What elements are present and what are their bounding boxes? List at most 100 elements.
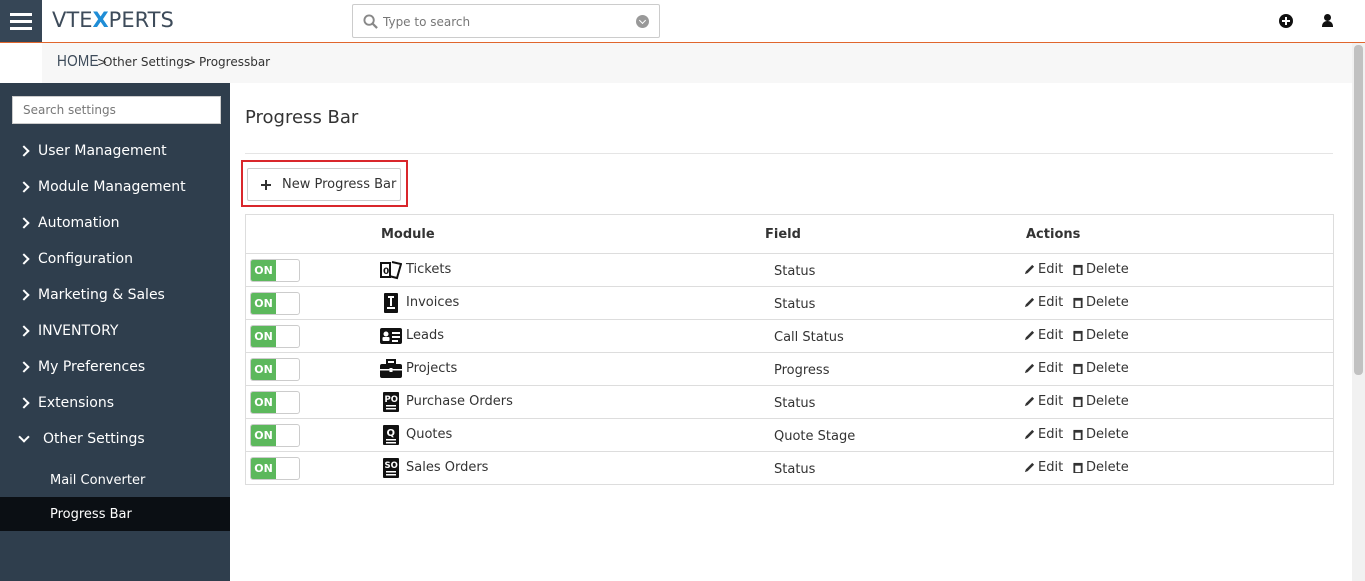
plus-icon xyxy=(261,179,271,190)
chevron-right-icon xyxy=(18,181,30,193)
status-toggle[interactable]: ON xyxy=(250,358,300,381)
breadcrumb-progressbar: Progressbar xyxy=(199,55,271,69)
edit-link[interactable]: Edit xyxy=(1024,460,1063,475)
trash-icon xyxy=(1073,297,1083,308)
trash-icon xyxy=(1073,363,1083,374)
pencil-icon xyxy=(1024,429,1035,440)
status-toggle[interactable]: ON xyxy=(250,292,300,315)
column-header-actions: Actions xyxy=(1026,227,1081,242)
edit-link[interactable]: Edit xyxy=(1024,394,1063,409)
sidebar-item-automation[interactable]: Automation xyxy=(0,205,230,241)
sidebar-item-extensions[interactable]: Extensions xyxy=(0,385,230,421)
leads-icon xyxy=(380,328,402,344)
table-row: ON Projects Progress Edit Delete xyxy=(246,352,1333,385)
pencil-icon xyxy=(1024,297,1035,308)
module-name: Projects xyxy=(406,361,458,376)
svg-text:PO: PO xyxy=(385,395,398,405)
pencil-icon xyxy=(1024,462,1035,473)
sidebar-subitem-mail-converter[interactable]: Mail Converter xyxy=(0,463,230,497)
field-value: Status xyxy=(774,264,816,279)
table-row: ON Invoices Status Edit Delete xyxy=(246,286,1333,319)
field-value: Status xyxy=(774,396,816,411)
status-toggle[interactable]: ON xyxy=(250,391,300,414)
quote-icon: Q xyxy=(383,425,399,445)
module-name: Invoices xyxy=(406,295,460,310)
search-input[interactable] xyxy=(383,11,623,33)
briefcase-icon xyxy=(380,359,402,378)
delete-link[interactable]: Delete xyxy=(1073,262,1129,277)
trash-icon xyxy=(1073,462,1083,473)
status-toggle[interactable]: ON xyxy=(250,424,300,447)
delete-link[interactable]: Delete xyxy=(1073,394,1129,409)
sidebar-item-label: Module Management xyxy=(38,179,186,195)
column-header-field: Field xyxy=(765,227,801,242)
status-toggle[interactable]: ON xyxy=(250,325,300,348)
toggle-on-label: ON xyxy=(251,293,276,314)
breadcrumb-separator: > xyxy=(186,55,197,69)
table-row: ON 0 Tickets Status Edit Delete xyxy=(246,253,1333,286)
invoice-icon xyxy=(384,293,398,313)
table-row: ON Q Quotes Quote Stage Edit Delete xyxy=(246,418,1333,451)
dropdown-icon[interactable] xyxy=(636,15,649,28)
toggle-on-label: ON xyxy=(251,392,276,413)
field-value: Call Status xyxy=(774,330,844,345)
sales-order-icon: SO xyxy=(383,458,399,478)
chevron-right-icon xyxy=(18,361,30,373)
sidebar-item-my-preferences[interactable]: My Preferences xyxy=(0,349,230,385)
sidebar-item-label: Configuration xyxy=(38,251,133,267)
delete-link[interactable]: Delete xyxy=(1073,295,1129,310)
chevron-right-icon xyxy=(18,145,30,157)
page-title: Progress Bar xyxy=(245,107,359,128)
delete-link[interactable]: Delete xyxy=(1073,427,1129,442)
edit-link[interactable]: Edit xyxy=(1024,361,1063,376)
module-name: Purchase Orders xyxy=(406,394,513,409)
breadcrumb: HOME > Other Settings > Progressbar xyxy=(42,43,1363,83)
sidebar-item-user-management[interactable]: User Management xyxy=(0,133,230,169)
delete-link[interactable]: Delete xyxy=(1073,361,1129,376)
table-row: ON PO Purchase Orders Status Edit Delete xyxy=(246,385,1333,418)
sidebar-item-configuration[interactable]: Configuration xyxy=(0,241,230,277)
purchase-order-icon: PO xyxy=(383,392,399,412)
sidebar-item-label: My Preferences xyxy=(38,359,146,375)
edit-link[interactable]: Edit xyxy=(1024,328,1063,343)
user-icon[interactable] xyxy=(1321,14,1335,28)
top-bar: VTEXPERTS xyxy=(0,0,1365,43)
page-scrollbar[interactable] xyxy=(1352,43,1365,581)
global-search xyxy=(352,4,660,38)
plus-circle-icon[interactable] xyxy=(1279,14,1293,28)
status-toggle[interactable]: ON xyxy=(250,457,300,480)
chevron-right-icon xyxy=(18,289,30,301)
sidebar-item-module-management[interactable]: Module Management xyxy=(0,169,230,205)
sidebar-item-label: Automation xyxy=(38,215,120,231)
sidebar-subitem-progress-bar[interactable]: Progress Bar xyxy=(0,497,230,531)
sidebar-item-label: User Management xyxy=(38,143,167,159)
edit-link[interactable]: Edit xyxy=(1024,262,1063,277)
sidebar-item-label: Extensions xyxy=(38,395,115,411)
settings-search-input[interactable] xyxy=(12,96,221,124)
logo[interactable]: VTEXPERTS xyxy=(52,8,174,32)
toggle-on-label: ON xyxy=(251,425,276,446)
search-icon xyxy=(363,14,378,29)
breadcrumb-home[interactable]: HOME xyxy=(57,53,99,71)
sidebar-item-label: Marketing & Sales xyxy=(38,287,165,303)
breadcrumb-other-settings[interactable]: Other Settings xyxy=(103,55,190,69)
chevron-right-icon xyxy=(18,217,30,229)
sidebar-item-other-settings[interactable]: Other Settings xyxy=(0,421,230,457)
module-name: Leads xyxy=(406,328,445,343)
trash-icon xyxy=(1073,396,1083,407)
scrollbar-thumb[interactable] xyxy=(1354,45,1363,375)
tickets-icon: 0 xyxy=(380,261,402,280)
status-toggle[interactable]: ON xyxy=(250,259,300,282)
menu-icon[interactable] xyxy=(0,0,42,42)
sidebar-item-inventory[interactable]: INVENTORY xyxy=(0,313,230,349)
sidebar-item-label: INVENTORY xyxy=(38,323,119,339)
chevron-down-icon xyxy=(18,431,30,443)
chevron-right-icon xyxy=(18,325,30,337)
new-progress-bar-button[interactable]: New Progress Bar xyxy=(247,168,401,201)
sidebar-item-marketing-sales[interactable]: Marketing & Sales xyxy=(0,277,230,313)
edit-link[interactable]: Edit xyxy=(1024,295,1063,310)
edit-link[interactable]: Edit xyxy=(1024,427,1063,442)
sidebar-subitem-label: Progress Bar xyxy=(50,506,132,522)
delete-link[interactable]: Delete xyxy=(1073,328,1129,343)
delete-link[interactable]: Delete xyxy=(1073,460,1129,475)
